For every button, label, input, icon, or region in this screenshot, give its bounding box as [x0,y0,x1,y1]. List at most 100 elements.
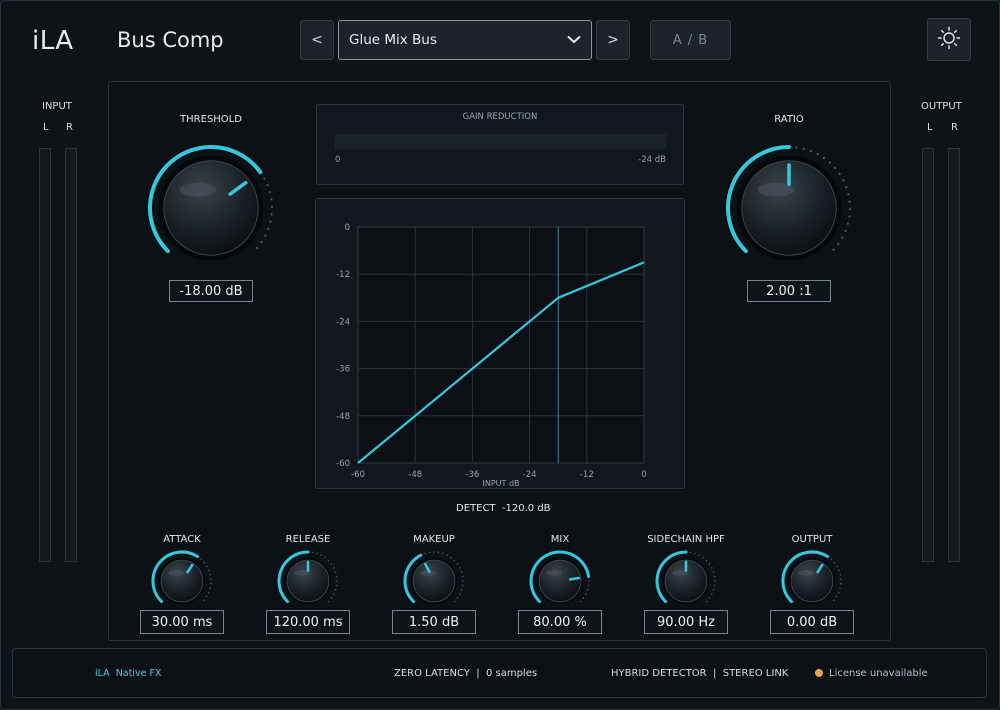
attack-knob[interactable] [149,548,215,614]
attack-value[interactable]: 30.00 ms [140,610,224,634]
knob-scale-dot [795,146,798,149]
knob-scale-dot [202,599,205,601]
knob-scale-dot [828,161,831,164]
knob-scale-dot [809,149,812,153]
chevron-down-icon [567,32,581,48]
threshold-knob[interactable] [136,133,286,283]
knob-scale-dot [260,241,263,244]
ratio-value[interactable]: 2.00 :1 [747,280,831,302]
detector-info: HYBRID DETECTOR | STEREO LINK [611,668,789,679]
plugin-title: Bus Comp [117,28,224,52]
detect-readout: DETECT -120.0 dB [456,503,551,514]
knob-scale-dot [316,552,318,555]
knob-highlight [546,569,563,576]
input-meter-left [39,148,51,562]
gain-reduction-min: 0 [335,155,341,165]
knob-scale-dot [264,234,267,237]
knob-body [163,160,259,256]
preset-dropdown[interactable]: Glue Mix Bus [338,20,592,60]
input-meter-right [65,148,77,562]
knob-scale-dot [842,179,845,182]
knob-scale-dot [839,573,842,576]
knob-scale-dot [462,580,464,582]
threshold-label: THRESHOLD [180,114,242,125]
x-tick-label: -36 [465,470,479,480]
knob-scale-dot [838,172,841,175]
knob-scale-dot [714,580,716,582]
knob-scale-dot [210,582,212,585]
mix-knob[interactable] [527,548,593,614]
knob-scale-dot [579,600,582,603]
latency-value: 0 samples [485,668,538,679]
knob-highlight [168,569,185,576]
knob-scale-dot [461,584,464,587]
license-status: License unavailable [829,668,928,679]
brand-logo: iLA [32,26,74,56]
knob-scale-dot [460,571,463,573]
knob-scale-dot [269,220,272,223]
output-value[interactable]: 0.00 dB [770,610,854,634]
knob-scale-dot [712,589,715,591]
mix-value[interactable]: 80.00 % [518,610,602,634]
knob-scale-dot [832,599,835,601]
knob-scale-dot [333,567,335,569]
knob-scale-dot [845,186,848,189]
footer-brand: iLA Native FX [95,668,162,679]
ratio-knob[interactable] [714,133,864,283]
knob-scale-dot [459,593,461,595]
previous-preset-button[interactable]: < [300,20,334,60]
release-knob[interactable] [275,548,341,614]
knob-body [538,559,582,603]
output-label: OUTPUT [791,534,833,545]
knob-scale-dot [694,552,696,555]
knob-scale-dot [311,551,314,554]
knob-scale-dot [708,563,711,565]
makeup-value[interactable]: 1.50 dB [392,610,476,634]
ab-compare-button[interactable]: A / B [650,20,731,60]
sun-icon [937,26,961,54]
x-tick-label: -24 [523,470,537,480]
knob-scale-dot [208,569,210,572]
knob-scale-dot [267,227,270,230]
release-label: RELEASE [285,534,331,545]
makeup-knob[interactable] [401,548,467,614]
detector-mode[interactable]: HYBRID DETECTOR [611,668,707,679]
knob-body [160,559,204,603]
knob-highlight [798,569,815,576]
output-meter-label: OUTPUT [921,101,962,112]
sidechain-hpf-value[interactable]: 90.00 Hz [644,610,728,634]
transfer-curve-panel: -60 -48 -36 -24 -12 0 0 -12 -24 -36 -48 -60 INPUT dB [315,198,685,489]
knob-scale-dot [450,556,452,559]
knob-scale-dot [585,593,587,595]
knob-scale-dot [456,563,459,565]
output-left-label: L [927,122,933,133]
output-knob[interactable] [779,548,845,614]
next-preset-button[interactable]: > [596,20,630,60]
ratio-label: RATIO [774,114,804,125]
knob-scale-dot [836,565,838,568]
knob-scale-dot [587,584,590,587]
knob-scale-dot [713,584,716,587]
knob-scale-dot [263,177,266,180]
knob-scale-dot [846,222,850,225]
input-meter-label: INPUT [42,101,72,112]
knob-scale-dot [702,556,704,559]
knob-scale-dot [203,561,206,564]
knob-scale-dot [698,554,700,556]
knob-scale-dot [689,551,692,554]
output-meter-right [948,148,960,562]
threshold-value[interactable]: -18.00 dB [169,280,253,302]
stereo-link[interactable]: STEREO LINK [723,668,789,679]
knob-scale-dot [460,589,463,591]
preset-name: Glue Mix Bus [349,32,437,48]
settings-button[interactable] [927,18,971,61]
x-tick-label: -12 [580,470,594,480]
knob-scale-dot [255,246,259,250]
knob-indicator [569,576,581,581]
output-right-label: R [951,122,958,133]
knob-scale-dot [335,584,338,587]
knob-scale-dot [433,551,435,553]
sidechain-hpf-knob[interactable] [653,548,719,614]
release-value[interactable]: 120.00 ms [266,610,350,634]
y-tick-label: -36 [336,365,350,375]
